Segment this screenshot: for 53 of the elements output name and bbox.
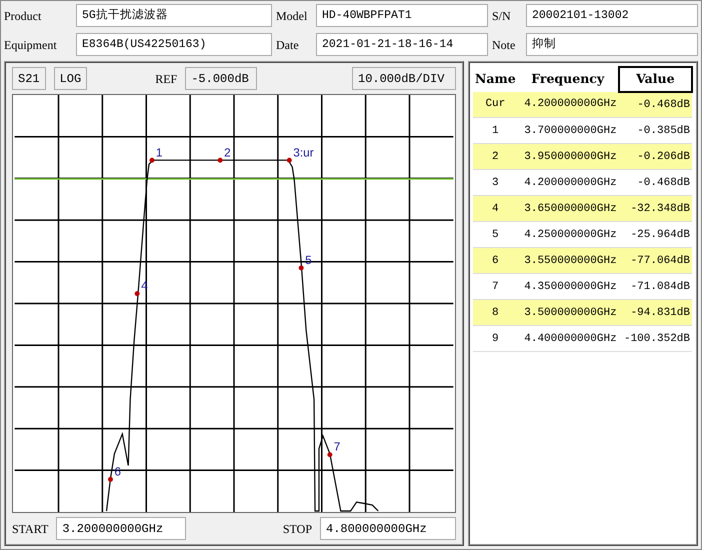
marker-frequency: 4.400000000GHz bbox=[518, 326, 619, 352]
scale-field[interactable]: 10.000dB/DIV bbox=[352, 67, 456, 90]
marker-dot bbox=[327, 452, 332, 458]
field-value[interactable]: E8364B(US42250163) bbox=[76, 33, 272, 56]
ref-value-field[interactable]: -5.000dB bbox=[185, 67, 258, 90]
field-label: Equipment bbox=[4, 36, 58, 54]
marker-frequency: 3.500000000GHz bbox=[518, 300, 619, 326]
marker-dot bbox=[134, 291, 140, 296]
field-label: Date bbox=[276, 36, 300, 54]
column-header[interactable]: Value bbox=[618, 67, 692, 92]
format-field[interactable]: LOG bbox=[54, 67, 88, 90]
field-value[interactable]: 2021-01-21-18-16-14 bbox=[316, 33, 488, 56]
column-header[interactable]: Frequency bbox=[518, 67, 619, 92]
marker-frequency: 3.550000000GHz bbox=[518, 248, 619, 274]
marker-label: 1 bbox=[156, 145, 163, 160]
field-label: S/N bbox=[492, 8, 512, 24]
marker-label: 3:ur bbox=[293, 145, 314, 160]
marker-frequency: 3.650000000GHz bbox=[518, 196, 619, 222]
start-label: START bbox=[12, 520, 48, 538]
marker-dot bbox=[286, 158, 292, 163]
field-value[interactable]: 5G抗干扰滤波器 bbox=[76, 4, 272, 27]
ref-label: REF bbox=[155, 70, 178, 88]
marker-name: 8 bbox=[473, 300, 518, 326]
column-header[interactable]: Name bbox=[473, 67, 518, 92]
start-field[interactable]: 3.200000000GHz bbox=[56, 517, 186, 540]
stop-label: STOP bbox=[282, 520, 312, 538]
field-value[interactable]: 抑制 bbox=[526, 33, 698, 56]
marker-dot bbox=[150, 158, 154, 163]
marker-label: 2 bbox=[224, 145, 231, 160]
marker-value: -0.468dB bbox=[618, 92, 692, 118]
field-value[interactable]: HD-40WBPFPAT1 bbox=[316, 4, 488, 27]
stop-field[interactable]: 4.800000000GHz bbox=[320, 517, 456, 540]
marker-dot bbox=[218, 158, 223, 163]
field-label: Note bbox=[492, 36, 516, 54]
marker-frequency: 3.950000000GHz bbox=[518, 144, 619, 170]
marker-name: 4 bbox=[473, 196, 518, 222]
marker-value: -0.206dB bbox=[618, 144, 692, 170]
marker-value: -100.352dB bbox=[618, 326, 692, 352]
marker-label: 7 bbox=[334, 440, 340, 454]
field-label: Product bbox=[4, 8, 42, 24]
marker-dot bbox=[298, 265, 304, 270]
field-value[interactable]: 20002101-13002 bbox=[526, 4, 698, 27]
marker-value: -77.064dB bbox=[618, 248, 692, 274]
marker-name: 9 bbox=[473, 326, 518, 352]
marker-name: 6 bbox=[473, 248, 518, 274]
marker-name: Cur bbox=[473, 92, 518, 118]
marker-value: -32.348dB bbox=[618, 196, 692, 222]
marker-name: 2 bbox=[473, 144, 518, 170]
parameter-field[interactable]: S21 bbox=[12, 67, 46, 90]
marker-value: -94.831dB bbox=[618, 300, 692, 326]
marker-dot bbox=[108, 476, 113, 482]
field-label: Model bbox=[276, 8, 308, 24]
marker-frequency: 4.200000000GHz bbox=[518, 92, 619, 118]
